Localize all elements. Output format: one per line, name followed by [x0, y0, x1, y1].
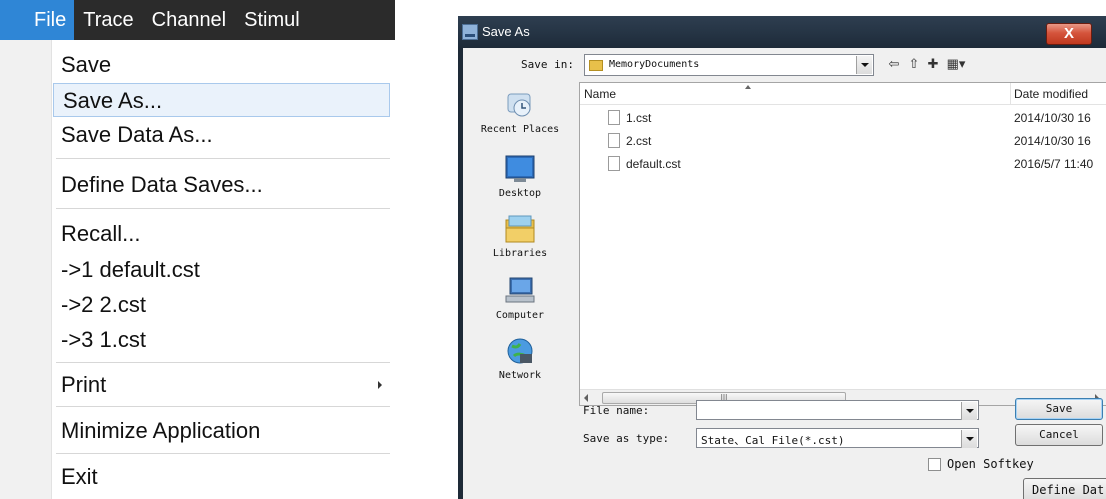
save-as-dialog: Save As X Save in: MemoryDocuments ⇦ ⇧ ✚… [458, 16, 1106, 499]
recent-places-icon [504, 90, 536, 120]
file-date: 2014/10/30 16 [1014, 134, 1091, 148]
save-as-type-dropdown[interactable]: State、Cal File(*.cst) [696, 428, 979, 448]
save-in-value: MemoryDocuments [609, 59, 700, 70]
place-label: Libraries [492, 248, 548, 259]
back-arrow-icon[interactable]: ⇦ [886, 56, 902, 72]
places-bar: Recent Places Desktop Libraries Computer [463, 82, 577, 408]
menu-bar: File Trace Channel Stimul [0, 0, 395, 40]
menu-separator [56, 158, 390, 159]
view-menu-icon[interactable]: ▦▾ [945, 56, 967, 72]
cancel-button[interactable]: Cancel [1015, 424, 1103, 446]
file-icon [608, 110, 620, 125]
close-button[interactable]: X [1046, 23, 1092, 45]
menu-item-print[interactable]: Print [52, 368, 392, 402]
dialog-title: Save As [482, 24, 530, 39]
define-data-button[interactable]: Define Dat [1023, 478, 1106, 499]
network-icon [504, 336, 536, 366]
file-name: default.cst [626, 157, 681, 171]
menu-item-recent-3[interactable]: ->3 1.cst [52, 323, 392, 357]
place-libraries[interactable]: Libraries [463, 214, 577, 259]
place-label: Computer [495, 310, 545, 321]
menu-item-save-data-as[interactable]: Save Data As... [52, 118, 392, 152]
new-folder-icon[interactable]: ✚ [925, 56, 941, 72]
file-row[interactable]: 2.cst 2014/10/30 16 [580, 130, 1106, 152]
column-divider[interactable] [1010, 83, 1011, 105]
submenu-arrow-icon [378, 381, 382, 389]
chevron-down-icon[interactable] [856, 56, 872, 74]
save-as-type-label: Save as type: [583, 432, 670, 445]
dialog-titlebar[interactable]: Save As X [458, 16, 1106, 48]
place-desktop[interactable]: Desktop [463, 154, 577, 199]
menu-item-define-data-saves[interactable]: Define Data Saves... [52, 168, 392, 202]
menubar-file[interactable]: File [0, 0, 75, 40]
place-label: Recent Places [480, 124, 560, 135]
dialog-app-icon [462, 24, 478, 40]
menu-item-recent-1[interactable]: ->1 default.cst [52, 253, 392, 287]
desktop-icon [504, 154, 536, 184]
save-in-label: Save in: [521, 58, 574, 71]
place-recent-places[interactable]: Recent Places [463, 90, 577, 135]
file-row[interactable]: default.cst 2016/5/7 11:40 [580, 153, 1106, 175]
place-label: Desktop [498, 188, 542, 199]
menu-item-recent-2[interactable]: ->2 2.cst [52, 288, 392, 322]
place-computer[interactable]: Computer [463, 276, 577, 321]
file-list[interactable]: Name Date modified 1.cst 2014/10/30 16 2… [579, 82, 1106, 406]
file-menu-panel: File Trace Channel Stimul Save Save As..… [0, 0, 395, 499]
menu-item-exit[interactable]: Exit [52, 460, 392, 494]
close-icon: X [1063, 25, 1074, 42]
file-name: 2.cst [626, 134, 652, 148]
menu-separator [56, 453, 390, 454]
save-in-dropdown[interactable]: MemoryDocuments [584, 54, 874, 76]
up-folder-icon[interactable]: ⇧ [906, 56, 922, 72]
menu-item-save-as[interactable]: Save As... [53, 83, 390, 117]
menu-item-minimize-application[interactable]: Minimize Application [52, 414, 392, 448]
file-dropdown: Save Save As... Save Data As... Define D… [0, 40, 394, 499]
folder-icon [589, 60, 603, 71]
file-name-field[interactable] [696, 400, 979, 420]
menu-item-recall[interactable]: Recall... [52, 217, 392, 251]
place-label: Network [498, 370, 542, 381]
file-icon [608, 133, 620, 148]
file-list-header: Name Date modified [580, 83, 1106, 105]
menubar-trace[interactable]: Trace [74, 0, 142, 40]
menu-separator [56, 362, 390, 363]
file-name-label: File name: [583, 404, 650, 417]
file-icon [608, 156, 620, 171]
chevron-down-icon[interactable] [961, 430, 977, 448]
menu-item-save[interactable]: Save [52, 48, 392, 82]
file-date: 2016/5/7 11:40 [1014, 157, 1094, 171]
dialog-client-area: Save in: MemoryDocuments ⇦ ⇧ ✚ ▦▾ Recent… [463, 48, 1106, 499]
place-network[interactable]: Network [463, 336, 577, 381]
menu-item-print-label: Print [61, 372, 107, 397]
save-button[interactable]: Save [1015, 398, 1103, 420]
scroll-left-icon[interactable] [584, 394, 588, 402]
open-softkey-label: Open Softkey [947, 457, 1034, 471]
file-row[interactable]: 1.cst 2014/10/30 16 [580, 107, 1106, 129]
column-header-date-modified[interactable]: Date modified [1014, 87, 1088, 101]
menu-separator [56, 208, 390, 209]
chevron-down-icon[interactable] [961, 402, 977, 420]
menubar-stimulus[interactable]: Stimul [235, 0, 309, 40]
open-softkey-checkbox[interactable] [928, 458, 941, 471]
sort-arrow-icon [745, 85, 751, 89]
menu-separator [56, 406, 390, 407]
computer-icon [504, 276, 536, 306]
file-date: 2014/10/30 16 [1014, 111, 1091, 125]
column-header-name[interactable]: Name [584, 87, 616, 101]
save-as-type-value: State、Cal File(*.cst) [701, 434, 845, 447]
libraries-icon [504, 214, 536, 244]
menu-icon-gutter [0, 40, 52, 499]
file-name: 1.cst [626, 111, 652, 125]
menubar-channel[interactable]: Channel [143, 0, 236, 40]
